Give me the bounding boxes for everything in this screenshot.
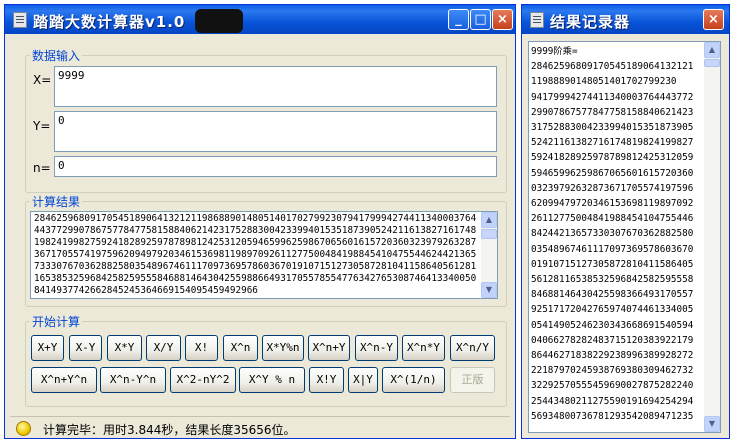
scroll-up-arrow-icon[interactable]: ▲ [481,212,497,228]
log-line: 86446271838229238996389928272 [531,350,694,362]
log-window: 结果记录器 × 9999阶乘= 284625968091705451890641… [521,4,730,439]
genuine-button[interactable]: 正版 [450,367,495,393]
log-line: 29907867577847758158840621423 [531,106,694,118]
y-input[interactable]: 0 [54,111,497,152]
log-titlebar[interactable]: 结果记录器 × [522,5,729,34]
log-line: 59241828925978789812425312059 [531,152,694,164]
log-text: 9999阶乘= 28462596809170545189064132121 119… [531,44,704,424]
op-button-x-pow-y-mod-n[interactable]: X^Y % n [239,367,305,393]
n-label: n= [33,161,51,175]
scroll-thumb[interactable] [481,229,497,239]
log-line: 56934800736781293542089471235 [531,410,694,422]
log-line: 11988890148051401702799230 [531,76,677,88]
y-label: Y= [33,119,51,133]
status-text: 计算完毕：用时3.844秒，结果长度35656位。 [43,423,296,437]
main-titlebar[interactable]: 踏踏大数计算器v1.0 _ □ × [5,5,515,34]
log-line: 03548967461117097369578603670 [531,243,694,255]
log-line: 03239792632873671705574197596 [531,182,694,194]
op-button-x-pow-n-plus-y[interactable]: X^n+Y [308,335,350,361]
result-textarea[interactable]: 2846259680917054518906413212119868890148… [30,211,498,299]
log-line: 56128116538532596842582595558 [531,274,694,286]
op-button-x-plus-y[interactable]: X+Y [31,335,64,361]
x-label: X= [33,73,52,87]
log-line: 04066278282483715120383922179 [531,334,694,346]
main-window-title: 踏踏大数计算器v1.0 [33,13,186,31]
scroll-down-arrow-icon[interactable]: ▼ [481,282,497,298]
maximize-button[interactable]: □ [470,9,491,30]
log-scroll-down-arrow-icon[interactable]: ▼ [704,416,720,432]
op-button-x-times-y[interactable]: X*Y [107,335,142,361]
result-text: 2846259680917054518906413212119868890148… [34,213,477,296]
log-line: 52421161382716174819824199827 [531,137,694,149]
log-line: 22187970245938769380309462732 [531,365,694,377]
op-button-x-pow-n-times-y[interactable]: X^n*Y [402,335,445,361]
op-button-factorial[interactable]: X! [185,335,218,361]
minimize-button[interactable]: _ [448,9,469,30]
status-light-icon [16,421,31,436]
log-window-title: 结果记录器 [550,13,631,31]
log-textarea[interactable]: 9999阶乘= 28462596809170545189064132121 119… [528,41,721,433]
log-scroll-up-arrow-icon[interactable]: ▲ [704,42,720,58]
log-header-line: 9999阶乘= [531,46,578,57]
op-button-x-pow-n[interactable]: X^n [223,335,258,361]
log-line: 84688146430425598366493170557 [531,289,694,301]
log-line: 92517172042765974074461334005 [531,304,694,316]
log-line: 31752883004233994015351873905 [531,122,694,134]
app-icon [13,12,27,28]
op-button-x-bang-y[interactable]: X!Y [309,367,344,393]
op-button-x-pow-n-plus-y-pow-n[interactable]: X^n+Y^n [31,367,97,393]
log-line: 28462596809170545189064132121 [531,61,694,73]
op-button-x-pow-n-div-y[interactable]: X^n/Y [450,335,495,361]
log-line: 94179994274411340003764443772 [531,91,694,103]
op-button-nth-root[interactable]: X^(1/n) [382,367,445,393]
op-button-x-sq-minus-n-y-sq[interactable]: X^2-nY^2 [170,367,236,393]
op-button-x-pow-n-minus-y-pow-n[interactable]: X^n-Y^n [100,367,166,393]
redaction-scribble [195,9,243,33]
main-window: 踏踏大数计算器v1.0 _ □ × 数据输入 X= 9999 Y= 0 n= 0… [4,4,516,439]
log-line: 26112775004841988454104755446 [531,213,694,225]
log-lines: 28462596809170545189064132121 11988890148… [531,59,704,424]
op-button-x-div-y[interactable]: X/Y [146,335,181,361]
log-close-button[interactable]: × [703,9,724,30]
log-scroll-thumb[interactable] [704,59,720,67]
x-input[interactable]: 9999 [54,66,497,107]
op-button-x-times-y-mod-n[interactable]: X*Y%n [262,335,304,361]
log-line: 25443480211275590191694254294 [531,395,694,407]
log-line: 01910715127305872810411586405 [531,258,694,270]
log-line: 62099479720346153698119897092 [531,198,694,210]
log-line: 05414905246230343668691540594 [531,319,694,331]
op-button-x-minus-y[interactable]: X-Y [69,335,102,361]
log-app-icon [530,12,544,28]
result-scrollbar[interactable]: ▲ ▼ [481,212,497,298]
result-group-legend: 计算结果 [32,195,81,209]
log-scrollbar[interactable]: ▲ ▼ [704,42,720,432]
op-button-x-bar-y[interactable]: X|Y [348,367,378,393]
log-line: 59465996259867065601615720360 [531,167,694,179]
input-group-legend: 数据输入 [32,49,81,63]
log-line: 84244213657330307670362882580 [531,228,694,240]
op-button-x-pow-n-minus-y[interactable]: X^n-Y [355,335,398,361]
close-button[interactable]: × [492,9,513,30]
n-input[interactable]: 0 [54,156,497,177]
log-line: 32292570555459690027875282240 [531,380,694,392]
compute-group-legend: 开始计算 [32,315,81,329]
status-bar: 计算完毕：用时3.844秒，结果长度35656位。 [10,416,510,439]
